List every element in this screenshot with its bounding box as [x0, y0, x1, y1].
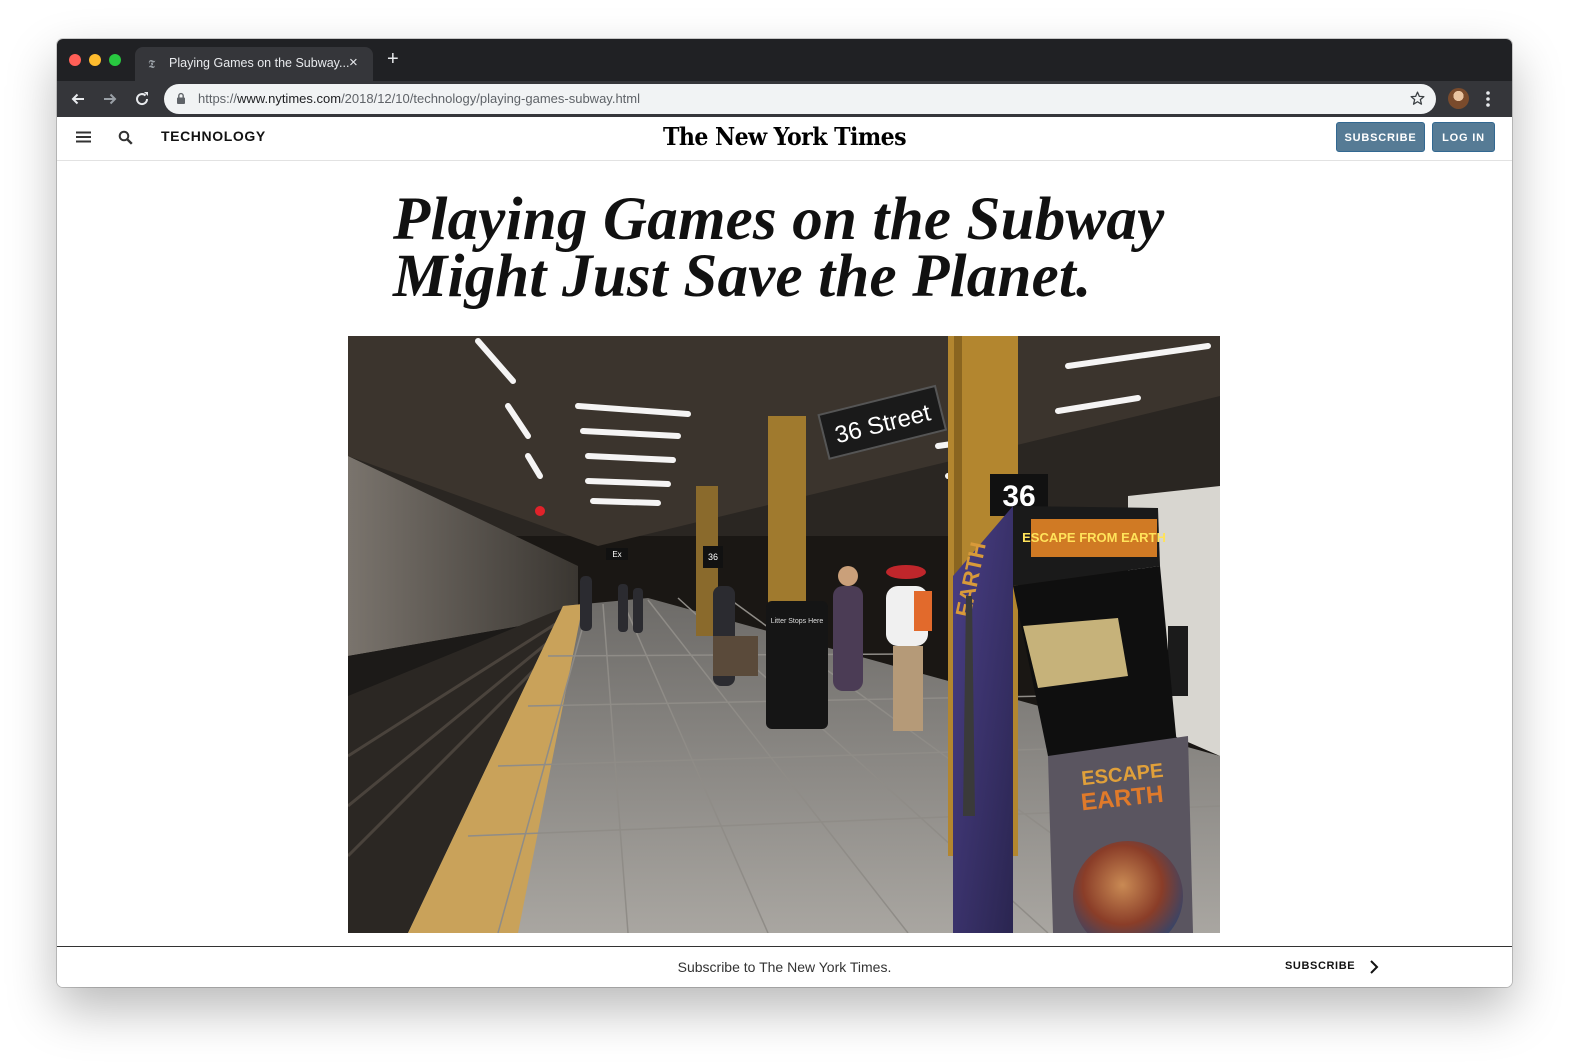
- address-bar[interactable]: https://www.nytimes.com/2018/12/10/techn…: [164, 84, 1436, 114]
- arcade-marquee-text: ESCAPE FROM EARTH: [1022, 530, 1166, 545]
- url-text[interactable]: https://www.nytimes.com/2018/12/10/techn…: [198, 91, 640, 106]
- profile-avatar[interactable]: [1448, 88, 1469, 109]
- headline-line-1: Playing Games on the Subway: [393, 186, 1165, 253]
- login-button[interactable]: LOG IN: [1432, 122, 1495, 152]
- small-station-sign: 36: [708, 552, 718, 562]
- bookmark-star-icon[interactable]: [1409, 90, 1426, 107]
- more-menu-icon[interactable]: [1485, 89, 1491, 109]
- tab-strip: 𝕿 Playing Games on the Subway... × +: [57, 39, 1512, 81]
- bin-label: Litter Stops Here: [771, 618, 824, 625]
- exit-sign: Ex: [612, 550, 621, 559]
- new-tab-button[interactable]: +: [387, 49, 399, 69]
- maximize-window-button[interactable]: [109, 54, 121, 66]
- minimize-window-button[interactable]: [89, 54, 101, 66]
- reload-icon[interactable]: [131, 88, 153, 110]
- headline-line-2: Might Just Save the Planet.: [393, 243, 1092, 310]
- url-path: /2018/12/10/technology/playing-games-sub…: [341, 91, 640, 106]
- hamburger-menu-icon[interactable]: [76, 131, 91, 143]
- nyt-masthead-logo[interactable]: The New York Times: [115, 122, 1454, 151]
- browser-window: 𝕿 Playing Games on the Subway... × + htt…: [57, 39, 1512, 987]
- nyt-favicon-icon: 𝕿: [148, 57, 156, 71]
- article-headline: Playing Games on the Subway Might Just S…: [393, 186, 1193, 310]
- tab-title: Playing Games on the Subway...: [169, 56, 350, 70]
- url-scheme: https://: [198, 91, 238, 106]
- browser-toolbar: https://www.nytimes.com/2018/12/10/techn…: [57, 81, 1512, 117]
- browser-tab[interactable]: 𝕿 Playing Games on the Subway... ×: [135, 47, 373, 81]
- lead-photo: 36 Street 36 36 Ex Litter Stops Here ESC…: [348, 336, 1220, 933]
- close-window-button[interactable]: [69, 54, 81, 66]
- site-header: TECHNOLOGY The New York Times SUBSCRIBE …: [57, 117, 1512, 161]
- subscribe-button[interactable]: SUBSCRIBE: [1336, 122, 1425, 152]
- subway-platform-illustration: 36 Street 36 36 Ex Litter Stops Here ESC…: [348, 336, 1220, 933]
- tab-close-icon[interactable]: ×: [349, 54, 358, 71]
- back-arrow-icon[interactable]: [67, 88, 89, 110]
- forward-arrow-icon[interactable]: [99, 88, 121, 110]
- lock-icon: [177, 92, 185, 104]
- subscribe-banner-link[interactable]: SUBSCRIBE: [1285, 960, 1355, 972]
- url-host: www.nytimes.com: [237, 91, 342, 106]
- chevron-right-icon[interactable]: [1369, 959, 1379, 975]
- subscribe-banner: Subscribe to The New York Times. SUBSCRI…: [57, 946, 1512, 987]
